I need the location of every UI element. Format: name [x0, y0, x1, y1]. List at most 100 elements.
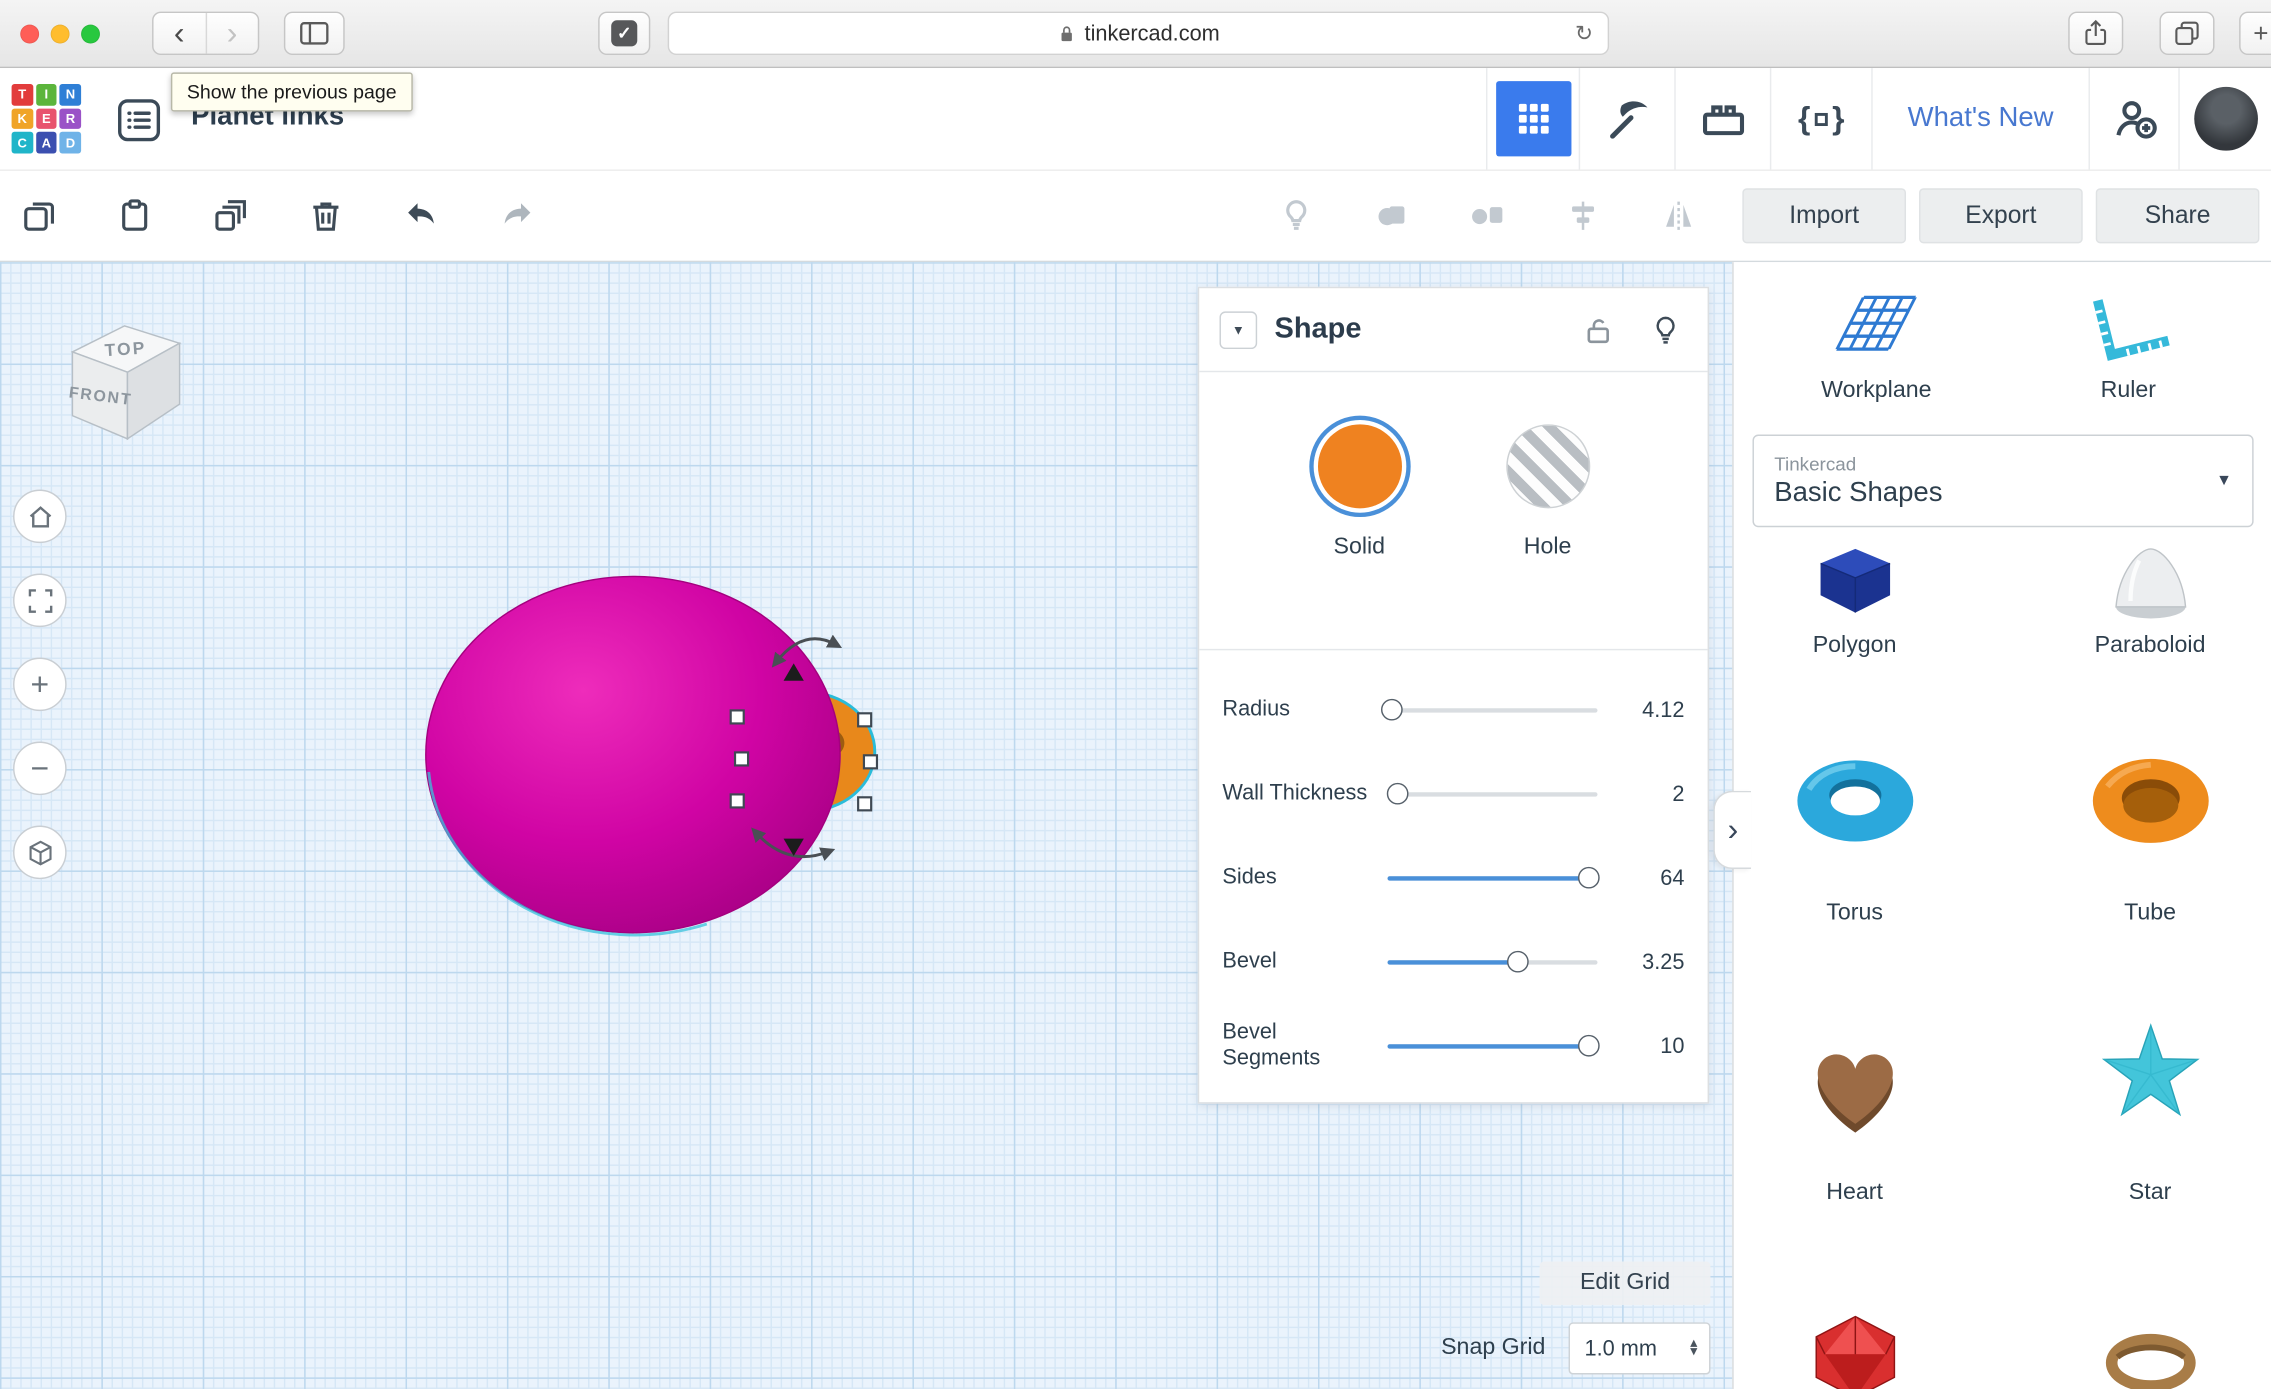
shape-category-dropdown[interactable]: Tinkercad Basic Shapes ▼ — [1752, 435, 2253, 528]
tabs-overview-button[interactable] — [2159, 12, 2214, 55]
bevel-slider[interactable] — [1388, 960, 1598, 964]
export-button[interactable]: Export — [1919, 188, 2083, 243]
slider-knob[interactable] — [1578, 1035, 1600, 1057]
panel-collapse-button[interactable]: ▼ — [1220, 311, 1258, 349]
brick-export-button[interactable] — [1674, 68, 1770, 169]
wall-thickness-slider[interactable] — [1388, 792, 1598, 796]
slider-value: 64 — [1615, 865, 1685, 890]
stepper-down-icon[interactable]: ▾ — [1690, 1348, 1697, 1357]
shape-item-polygon[interactable]: Polygon — [1746, 540, 1963, 659]
browser-share-button[interactable] — [2068, 12, 2123, 55]
back-button-tooltip: Show the previous page — [171, 72, 413, 111]
shape-item-icosahedron[interactable] — [1746, 1301, 1963, 1389]
hole-option[interactable]: Hole — [1506, 424, 1590, 640]
duplicate-button[interactable] — [203, 188, 258, 243]
refresh-icon[interactable]: ↻ — [1575, 20, 1593, 46]
minecraft-export-button[interactable] — [1579, 68, 1675, 169]
tinkercad-logo[interactable]: T I N K E R C A D — [12, 84, 82, 154]
shape-item-torus[interactable]: Torus — [1746, 731, 1963, 927]
edit-toolbar: Import Export Share — [0, 171, 2271, 262]
workplane-tool[interactable]: Workplane — [1789, 285, 1963, 404]
caret-down-icon: ▼ — [1232, 322, 1245, 336]
solid-option[interactable]: Solid — [1317, 424, 1401, 640]
zoom-out-button[interactable]: − — [13, 742, 67, 796]
sphere-object[interactable] — [426, 576, 840, 932]
star-icon — [2083, 1011, 2216, 1149]
slider-knob[interactable] — [1507, 951, 1529, 973]
browser-window: ‹ › ✓ tinkercad.com ↻ — [0, 0, 2271, 1389]
visibility-bulb-icon[interactable] — [1650, 314, 1682, 346]
fit-view-button[interactable] — [13, 574, 67, 628]
header-actions: {} What's New — [1486, 68, 2271, 169]
shape-label: Torus — [1826, 901, 1883, 927]
account-avatar[interactable] — [2178, 68, 2271, 169]
group-button[interactable] — [1364, 188, 1419, 243]
mirror-button[interactable] — [1651, 188, 1706, 243]
sidebar-toggle-button[interactable] — [284, 12, 345, 55]
minus-icon: − — [31, 752, 50, 784]
bevel-segments-slider[interactable] — [1388, 1044, 1598, 1048]
zoom-in-button[interactable]: + — [13, 658, 67, 712]
new-tab-button[interactable]: + — [2239, 12, 2271, 55]
radius-slider[interactable] — [1388, 708, 1598, 712]
group-icon — [1373, 197, 1411, 235]
dashboard-view-button[interactable] — [1486, 68, 1579, 169]
show-all-button[interactable] — [1269, 188, 1324, 243]
lightbulb-icon — [1277, 197, 1315, 235]
home-view-button[interactable] — [13, 490, 67, 544]
invite-user-button[interactable] — [2089, 68, 2179, 169]
delete-button[interactable] — [298, 188, 353, 243]
shape-panel-header: ▼ Shape — [1199, 288, 1707, 372]
window-close-button[interactable] — [20, 25, 39, 44]
ruler-tool[interactable]: Ruler — [2041, 285, 2215, 404]
shape-item-heart[interactable]: Heart — [1746, 1011, 1963, 1207]
codeblocks-button[interactable]: {} — [1770, 68, 1871, 169]
design-scene[interactable] — [362, 523, 970, 1001]
duplicate-icon — [211, 197, 249, 235]
import-button[interactable]: Import — [1742, 188, 1906, 243]
ungroup-button[interactable] — [1460, 188, 1515, 243]
slider-knob[interactable] — [1387, 783, 1409, 805]
slider-value: 2 — [1615, 781, 1685, 806]
shape-item-tube[interactable]: Tube — [2041, 731, 2258, 927]
ungroup-icon — [1469, 197, 1507, 235]
slider-value: 10 — [1615, 1033, 1685, 1058]
back-button[interactable]: ‹ — [154, 13, 205, 54]
perspective-cube-icon — [24, 836, 56, 868]
align-button[interactable] — [1556, 188, 1611, 243]
whats-new-link[interactable]: What's New — [1871, 68, 2088, 169]
forward-button[interactable]: › — [205, 13, 258, 54]
window-zoom-button[interactable] — [81, 25, 100, 44]
tab-favicon-button[interactable]: ✓ — [598, 12, 650, 55]
slider-value: 4.12 — [1615, 697, 1685, 722]
shape-item-star[interactable]: Star — [2041, 1011, 2258, 1207]
snap-grid-select[interactable]: 1.0 mm ▴ ▾ — [1569, 1322, 1711, 1374]
design-menu-button[interactable] — [116, 97, 162, 143]
window-minimize-button[interactable] — [51, 25, 70, 44]
logo-letter: R — [60, 108, 81, 129]
slider-knob[interactable] — [1578, 867, 1600, 889]
solid-swatch — [1317, 424, 1401, 508]
shape-item-paraboloid[interactable]: Paraboloid — [2041, 540, 2258, 659]
3d-viewport[interactable]: TOP FRONT + − — [0, 262, 1732, 1389]
view-cube[interactable]: TOP FRONT — [52, 303, 197, 470]
perspective-toggle-button[interactable] — [13, 826, 67, 880]
lock-open-icon[interactable] — [1583, 314, 1615, 346]
redo-button[interactable] — [490, 188, 545, 243]
copy-button[interactable] — [12, 188, 67, 243]
share-design-button[interactable]: Share — [2096, 188, 2260, 243]
align-icon — [1564, 197, 1602, 235]
sides-slider[interactable] — [1388, 876, 1598, 880]
paste-button[interactable] — [107, 188, 162, 243]
address-bar[interactable]: tinkercad.com ↻ — [668, 12, 1609, 55]
undo-button[interactable] — [394, 188, 449, 243]
slider-knob[interactable] — [1381, 699, 1403, 721]
tube-icon — [2083, 731, 2216, 869]
edit-grid-button[interactable]: Edit Grid — [1540, 1262, 1711, 1305]
undo-icon — [403, 197, 441, 235]
shape-item-ring[interactable] — [2041, 1301, 2258, 1389]
fit-view-icon — [24, 584, 56, 616]
category-kicker: Tinkercad — [1774, 453, 1942, 475]
snap-grid-value: 1.0 mm — [1584, 1336, 1656, 1361]
design-menu-icon — [116, 97, 162, 143]
